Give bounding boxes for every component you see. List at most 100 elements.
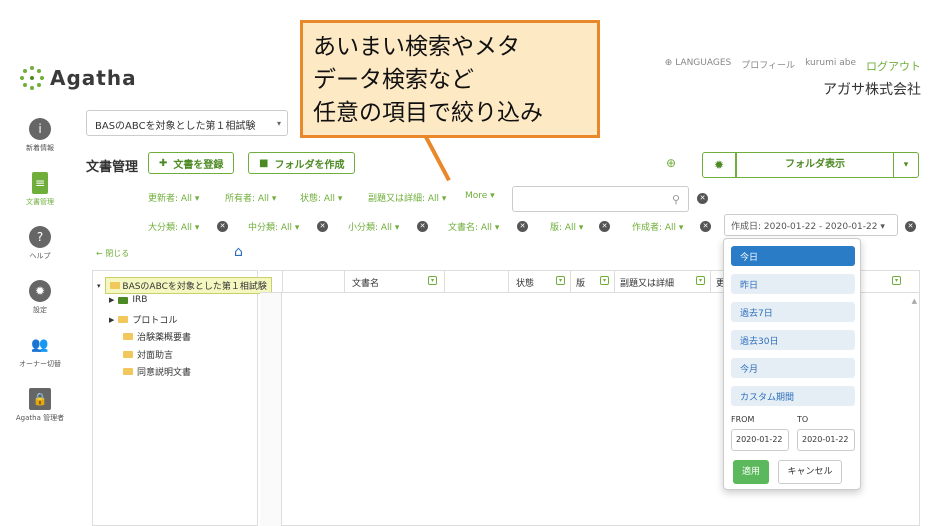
column-menu-icon[interactable]: ▾ xyxy=(428,276,437,285)
search-icon: ⚲ xyxy=(671,193,680,206)
sidebar-item-owner-switch[interactable]: 👥 オーナー切替 xyxy=(0,334,80,382)
apply-button[interactable]: 適用 xyxy=(733,460,769,484)
plus-icon: ✚ xyxy=(159,157,168,169)
callout-line-3: 任意の項目で絞り込み xyxy=(313,100,543,126)
cancel-button[interactable]: キャンセル xyxy=(778,460,842,484)
folder-icon xyxy=(118,296,129,304)
lock-icon: 🔒 xyxy=(29,388,51,410)
clear-filter-icon[interactable]: ✕ xyxy=(700,221,711,232)
col-header-status[interactable]: 状態 xyxy=(516,276,534,289)
expand-icon: ▶ xyxy=(109,296,115,304)
sidebar-item-settings[interactable]: ✹ 設定 xyxy=(0,280,80,328)
filter-version[interactable]: 版: All ▾ xyxy=(550,220,583,233)
col-header-version[interactable]: 版 xyxy=(576,276,585,289)
column-menu-icon[interactable]: ▾ xyxy=(696,276,705,285)
languages-link[interactable]: ⊕ LANGUAGES xyxy=(665,58,731,74)
tree-item-consultation[interactable]: 対面助言 xyxy=(123,348,173,361)
agatha-logo-icon xyxy=(20,66,44,90)
expand-icon: ▶ xyxy=(109,315,115,324)
chevron-down-icon: ▾ xyxy=(276,119,281,128)
column-menu-icon[interactable]: ▾ xyxy=(600,276,609,285)
from-date-input[interactable]: 2020-01-22 xyxy=(731,429,789,451)
clear-filter-icon[interactable]: ✕ xyxy=(599,221,610,232)
clear-filter-icon[interactable]: ✕ xyxy=(517,221,528,232)
info-icon: i xyxy=(29,118,51,140)
user-name: kurumi abe xyxy=(805,58,856,68)
view-settings-button[interactable]: ✹ xyxy=(702,152,736,178)
filter-middle-category[interactable]: 中分類: All ▾ xyxy=(248,220,299,233)
create-folder-label: フォルダを作成 xyxy=(274,159,345,171)
clear-filter-icon[interactable]: ✕ xyxy=(217,221,228,232)
folder-view-button[interactable]: フォルダ表示 xyxy=(736,152,894,178)
scroll-up-icon[interactable]: ▲ xyxy=(912,297,917,305)
tree-root-node[interactable]: BASのABCを対象とした第１相試験 xyxy=(104,277,272,294)
folder-icon xyxy=(109,282,120,289)
collapse-icon: ▾ xyxy=(97,281,101,290)
from-label: FROM xyxy=(731,415,755,424)
search-input[interactable]: ⚲ xyxy=(512,186,689,212)
add-document-button[interactable]: ✚ 文書を登録 xyxy=(148,152,235,174)
sidebar-item-documents[interactable]: ≡ 文書管理 xyxy=(0,172,80,220)
filter-created-date[interactable]: 作成日: 2020-01-22 - 2020-01-22 ▾ xyxy=(724,214,898,236)
sidebar-item-label: オーナー切替 xyxy=(19,360,61,368)
home-icon[interactable]: ⌂ xyxy=(234,244,243,260)
col-header-document-name[interactable]: 文書名 xyxy=(352,276,379,289)
column-menu-icon[interactable]: ▾ xyxy=(892,276,901,285)
column-menu-icon[interactable]: ▾ xyxy=(556,276,565,285)
range-last-30-days[interactable]: 過去30日 xyxy=(731,330,855,350)
filter-subtitle[interactable]: 副題又は詳細: All ▾ xyxy=(368,191,446,204)
clear-filter-icon[interactable]: ✕ xyxy=(317,221,328,232)
folder-view-dropdown[interactable]: ▾ xyxy=(893,152,919,178)
sidebar-item-label: 新着情報 xyxy=(26,144,54,152)
chevron-down-icon: ▾ xyxy=(903,160,909,170)
study-select-value: BASのABCを対象とした第１相試験 xyxy=(95,121,256,132)
to-date-input[interactable]: 2020-01-22 xyxy=(797,429,855,451)
sidebar-item-admin[interactable]: 🔒 Agatha 管理者 xyxy=(0,388,80,436)
filter-status[interactable]: 状態: All ▾ xyxy=(300,191,342,204)
folder-icon xyxy=(123,351,133,358)
clear-filter-icon[interactable]: ✕ xyxy=(905,221,916,232)
filter-document-name[interactable]: 文書名: All ▾ xyxy=(448,220,499,233)
create-folder-button[interactable]: ■ フォルダを作成 xyxy=(248,152,356,174)
filter-owner[interactable]: 所有者: All ▾ xyxy=(225,191,276,204)
close-tree-link[interactable]: ← 閉じる xyxy=(96,248,129,259)
clear-filter-icon[interactable]: ✕ xyxy=(417,221,428,232)
sidebar-item-label: 設定 xyxy=(33,306,47,314)
sidebar-item-label: 文書管理 xyxy=(26,198,54,206)
tree-item-irb[interactable]: ▶ IRB xyxy=(109,295,147,305)
range-yesterday[interactable]: 昨日 xyxy=(731,274,855,294)
col-header-subtitle[interactable]: 副題又は詳細 xyxy=(620,276,674,289)
gear-icon: ✹ xyxy=(713,158,725,172)
filter-more[interactable]: More ▾ xyxy=(465,191,495,201)
tree-item-protocol[interactable]: ▶ プロトコル xyxy=(109,313,177,327)
range-today[interactable]: 今日 xyxy=(731,246,855,266)
profile-link[interactable]: プロフィール xyxy=(741,58,795,74)
page-title: 文書管理 xyxy=(86,160,139,175)
tree-root-label: BASのABCを対象とした第１相試験 xyxy=(122,282,267,292)
tree-item-consent[interactable]: 同意説明文書 xyxy=(123,365,191,378)
tree-item-ib[interactable]: 治験薬概要書 xyxy=(123,330,191,343)
sidebar: i 新着情報 ≡ 文書管理 ? ヘルプ ✹ 設定 👥 オーナー切替 🔒 Agat… xyxy=(0,112,80,436)
folder-icon xyxy=(118,316,129,323)
add-document-label: 文書を登録 xyxy=(173,159,224,171)
study-select[interactable]: BASのABCを対象とした第１相試験 ▾ xyxy=(86,110,288,136)
filter-major-category[interactable]: 大分類: All ▾ xyxy=(148,220,199,233)
range-this-month[interactable]: 今月 xyxy=(731,358,855,378)
folder-tree: ▾ BASのABCを対象とした第１相試験 ▶ IRB ▶ プロトコル 治験薬概要… xyxy=(92,270,272,526)
filter-minor-category[interactable]: 小分類: All ▾ xyxy=(348,220,399,233)
filter-author[interactable]: 作成者: All ▾ xyxy=(632,220,683,233)
sidebar-item-label: Agatha 管理者 xyxy=(15,414,65,422)
logout-link[interactable]: ログアウト xyxy=(866,58,921,74)
tree-root[interactable]: ▾ BASのABCを対象とした第１相試験 xyxy=(97,277,272,294)
range-custom[interactable]: カスタム期間 xyxy=(731,386,855,406)
zoom-in-icon[interactable]: ⊕ xyxy=(666,156,676,170)
help-icon: ? xyxy=(29,226,51,248)
filter-updater[interactable]: 更新者: All ▾ xyxy=(148,191,199,204)
date-range-dropdown: 今日 昨日 過去7日 過去30日 今月 カスタム期間 FROM TO 2020-… xyxy=(723,238,861,490)
sidebar-item-help[interactable]: ? ヘルプ xyxy=(0,226,80,274)
range-last-7-days[interactable]: 過去7日 xyxy=(731,302,855,322)
clear-search-icon[interactable]: ✕ xyxy=(697,193,708,204)
sidebar-item-news[interactable]: i 新着情報 xyxy=(0,118,80,166)
to-label: TO xyxy=(797,415,809,424)
app-logo[interactable]: Agatha xyxy=(20,66,137,90)
